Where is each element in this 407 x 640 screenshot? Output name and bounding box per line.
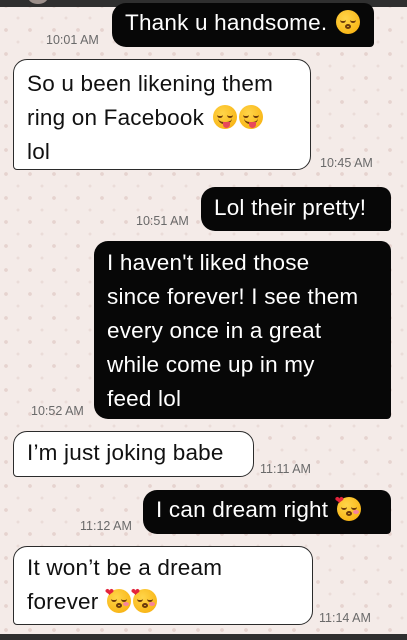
message-text: I can dream right (156, 497, 329, 522)
message-line: I haven't liked those (107, 250, 310, 275)
message-bubble-outgoing[interactable]: Lol their pretty! (201, 187, 391, 231)
bottom-bar (0, 634, 407, 640)
message-timestamp: 11:11 AM (260, 462, 311, 476)
winking-tongue-emoji-icon (212, 105, 237, 129)
message-line: ring on Facebook (27, 101, 298, 135)
message-bubble-incoming[interactable]: I’m just joking babe (13, 431, 254, 477)
message-line: It won’t be a dream (27, 555, 223, 580)
message-line: So u been likening them (27, 71, 274, 96)
face-blowing-kiss-emoji-icon: ❤ (131, 588, 157, 613)
message-line: while come up in my (107, 352, 315, 377)
message-text: I’m just joking babe (27, 440, 224, 465)
message-timestamp: 10:01 AM (46, 33, 99, 47)
message-bubble-outgoing[interactable]: I haven't liked those since forever! I s… (94, 241, 391, 419)
message-bubble-incoming[interactable]: It won’t be a dream forever ❤ ❤ (13, 546, 313, 625)
face-blowing-kiss-emoji-icon: ❤ (335, 496, 361, 521)
message-line: feed lol (107, 386, 182, 411)
kissing-closed-eyes-emoji-icon (335, 10, 360, 34)
contact-avatar[interactable] (28, 0, 48, 4)
message-line: forever ❤ ❤ (27, 585, 300, 619)
face-blowing-kiss-emoji-icon: ❤ (105, 588, 131, 613)
message-timestamp: 11:12 AM (80, 519, 132, 533)
message-timestamp: 10:52 AM (31, 404, 84, 418)
message-timestamp: 10:51 AM (136, 214, 189, 228)
message-bubble-outgoing[interactable]: Thank u handsome. (112, 3, 374, 47)
message-text: Lol their pretty! (214, 195, 367, 220)
message-bubble-incoming[interactable]: So u been likening them ring on Facebook… (13, 59, 311, 170)
winking-tongue-emoji-icon (238, 105, 263, 129)
message-line: since forever! I see them (107, 284, 359, 309)
message-timestamp: 11:14 AM (319, 611, 371, 625)
message-text: Thank u handsome. (125, 10, 328, 35)
message-line: every once in a great (107, 318, 322, 343)
message-line: lol (27, 139, 51, 164)
message-timestamp: 10:45 AM (320, 156, 373, 170)
message-bubble-outgoing[interactable]: I can dream right ❤ (143, 490, 391, 534)
